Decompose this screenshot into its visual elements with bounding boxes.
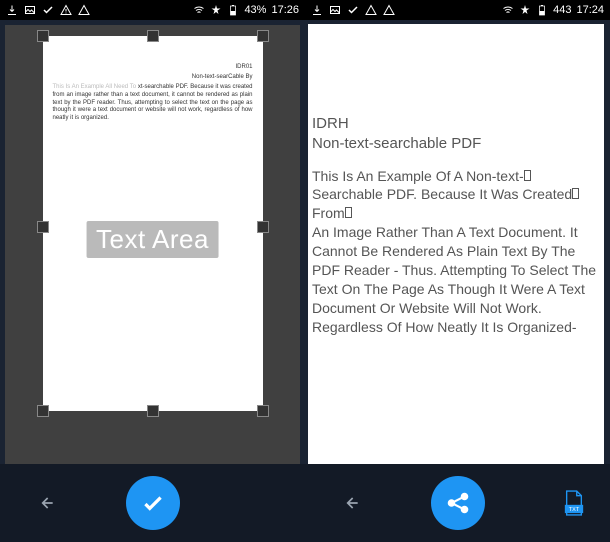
crop-handle-bm[interactable]	[147, 405, 159, 417]
doc-header-1: IDR01	[53, 64, 253, 70]
crop-handle-ml[interactable]	[37, 221, 49, 233]
bottombar-left	[0, 464, 305, 542]
doc-header-2: Non-text-searCable By	[53, 74, 253, 80]
crop-content: IDR01 Non-text-searCable By This Is An E…	[0, 20, 305, 542]
statusbar-right-icons: 443 17:24	[502, 4, 604, 16]
crop-background: IDR01 Non-text-searCable By This Is An E…	[5, 25, 300, 487]
arrow-left-icon	[36, 493, 56, 513]
svg-text:TXT: TXT	[569, 507, 580, 513]
battery-icon	[536, 4, 548, 16]
battery-percent: 43%	[244, 4, 266, 16]
share-button[interactable]	[431, 476, 485, 530]
wifi-icon	[193, 4, 205, 16]
checkmark-icon	[140, 490, 166, 516]
airplane-icon	[210, 4, 222, 16]
screen-result: 443 17:24 IDRH Non-text-searchable PDF T…	[305, 0, 610, 542]
confirm-button[interactable]	[126, 476, 180, 530]
ocr-result-text[interactable]: IDRH Non-text-searchable PDF This Is An …	[308, 24, 604, 484]
warning2-icon	[78, 4, 90, 16]
statusbar-left-icons	[6, 4, 90, 16]
bottombar-right: TXT	[305, 464, 610, 542]
airplane-icon	[519, 4, 531, 16]
statusbar-right-icons: 43% 17:26	[193, 4, 299, 16]
statusbar-right: 443 17:24	[305, 0, 610, 20]
clock: 17:26	[271, 4, 299, 16]
statusbar-left-icons	[311, 4, 395, 16]
arrow-left-icon	[341, 493, 361, 513]
crop-handle-tm[interactable]	[147, 30, 159, 42]
image-icon	[329, 4, 341, 16]
crop-handle-br[interactable]	[257, 405, 269, 417]
wifi-icon	[502, 4, 514, 16]
download-icon	[311, 4, 323, 16]
crop-handle-bl[interactable]	[37, 405, 49, 417]
export-txt-button[interactable]: TXT	[560, 489, 588, 517]
result-subtitle: Non-text-searchable PDF	[312, 134, 600, 154]
statusbar-left: 43% 17:26	[0, 0, 305, 20]
text-area-overlay[interactable]: Text Area	[86, 221, 219, 258]
warning-icon	[365, 4, 377, 16]
battery-icon	[227, 4, 239, 16]
warning-icon	[60, 4, 72, 16]
crop-frame[interactable]: IDR01 Non-text-searCable By This Is An E…	[38, 31, 268, 423]
checkmark-icon	[347, 4, 359, 16]
download-icon	[6, 4, 18, 16]
crop-handle-tr[interactable]	[257, 30, 269, 42]
share-icon	[445, 490, 471, 516]
result-content: IDRH Non-text-searchable PDF This Is An …	[305, 20, 610, 542]
clock: 17:24	[576, 4, 604, 16]
result-para: This Is An Example Of A Non-text- Search…	[312, 167, 600, 337]
crop-handle-tl[interactable]	[37, 30, 49, 42]
doc-body: This Is An Example All Need To xt-search…	[53, 84, 253, 123]
back-button[interactable]	[335, 487, 367, 519]
checkmark-icon	[42, 4, 54, 16]
result-title: IDRH	[312, 114, 600, 134]
crop-handle-mr[interactable]	[257, 221, 269, 233]
txt-file-icon: TXT	[563, 490, 585, 516]
warning2-icon	[383, 4, 395, 16]
image-icon	[24, 4, 36, 16]
screen-crop: 43% 17:26 IDR01 Non-text-searCable By Th…	[0, 0, 305, 542]
battery-percent: 443	[553, 4, 571, 16]
back-button[interactable]	[30, 487, 62, 519]
